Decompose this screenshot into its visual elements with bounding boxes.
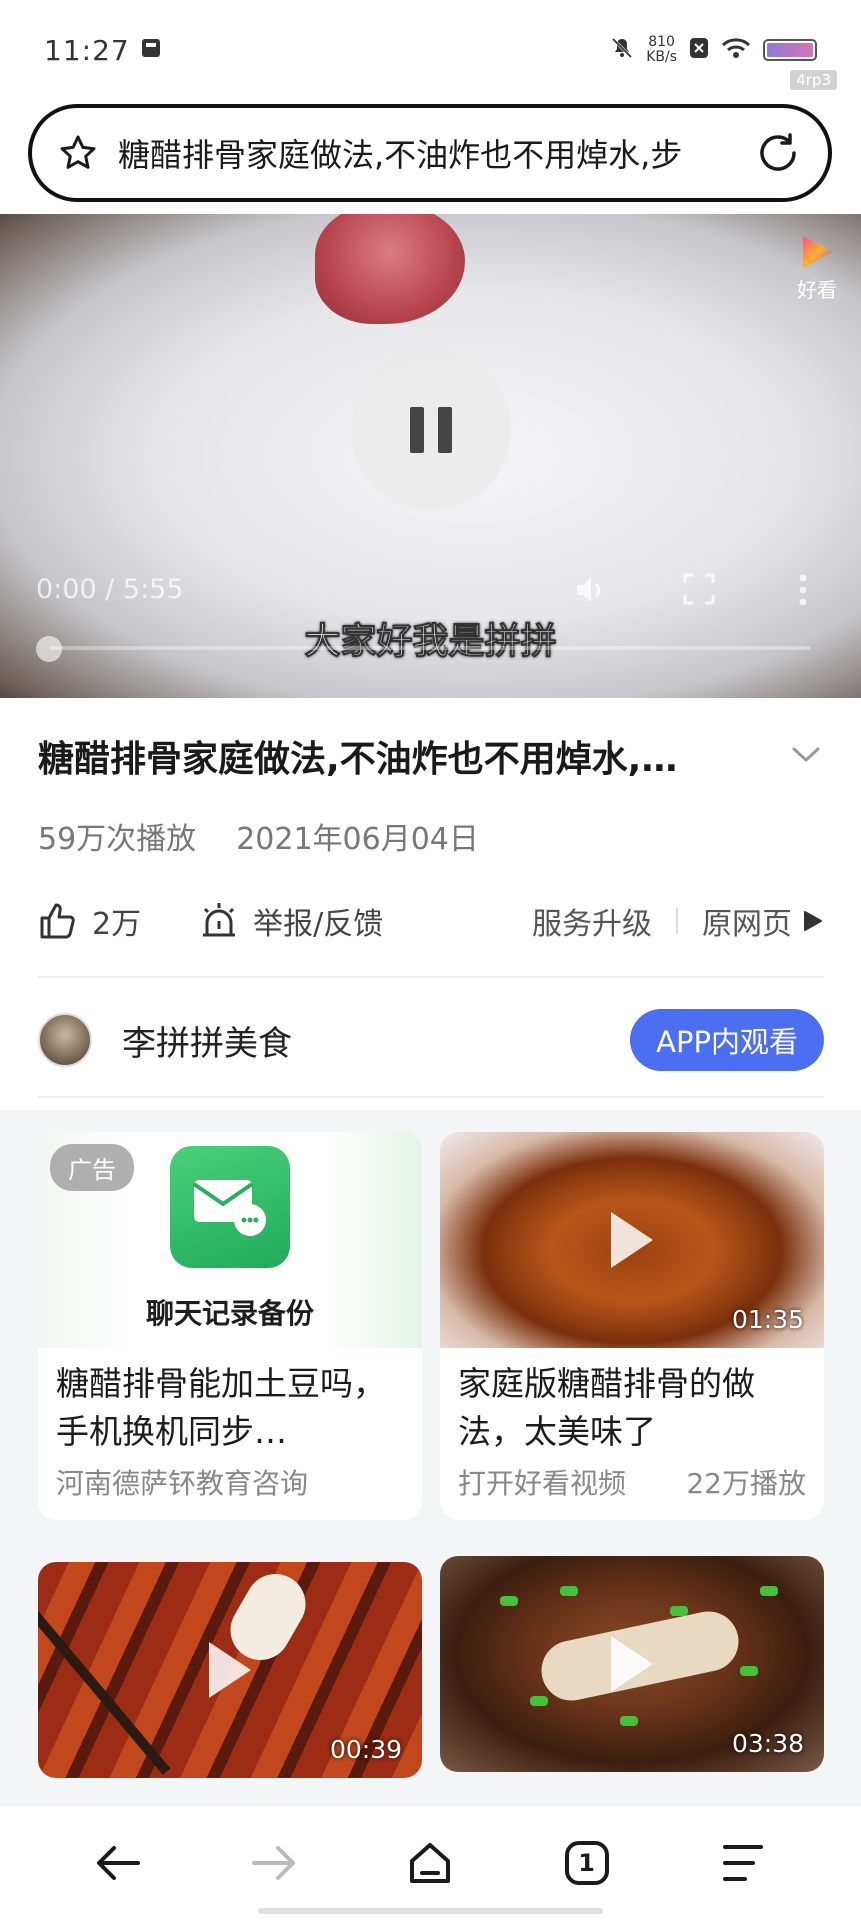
progress-knob[interactable] — [36, 636, 62, 662]
duration-label: 01:35 — [731, 1305, 804, 1334]
card-source: 打开好看视频 22万播放 — [458, 1467, 806, 1500]
divider — [676, 908, 678, 934]
video-thumbnail: 00:39 — [38, 1562, 422, 1778]
service-upgrade-link[interactable]: 服务升级 — [532, 899, 652, 943]
pause-button[interactable] — [351, 350, 511, 510]
video-card[interactable]: 01:35 家庭版糖醋排骨的做法，太美味了 打开好看视频 22万播放 — [440, 1132, 824, 1520]
home-icon — [410, 1843, 451, 1883]
like-count: 2万 — [92, 907, 142, 942]
tab-count: 1 — [578, 1849, 595, 1877]
video-card[interactable]: 03:38 — [440, 1556, 824, 1772]
video-thumbnail: 01:35 — [440, 1132, 824, 1348]
fullscreen-icon[interactable] — [682, 572, 716, 610]
arrow-right-icon — [252, 1846, 296, 1880]
play-icon — [611, 1212, 653, 1268]
thumbs-up-icon — [40, 903, 75, 939]
card-title: 家庭版糖醋排骨的做法，太美味了 — [458, 1364, 755, 1451]
publish-date: 2021年06月04日 — [236, 822, 479, 857]
net-speed: 810 KB/s — [646, 34, 677, 65]
video-thumbnail: 03:38 — [440, 1556, 824, 1772]
recommendation-feed: 聊天记录备份 广告 糖醋排骨能加土豆吗，手机换机同步… 河南德萨钚教育咨询 01… — [0, 1110, 861, 1810]
bottom-nav: 1 — [0, 1806, 861, 1920]
alarm-report-icon — [203, 903, 236, 937]
like-button[interactable]: 2万 — [38, 899, 141, 943]
battery-icon — [763, 39, 817, 61]
ad-card[interactable]: 聊天记录备份 广告 糖醋排骨能加土豆吗，手机换机同步… 河南德萨钚教育咨询 — [38, 1132, 422, 1520]
video-card[interactable]: 00:39 — [38, 1562, 422, 1778]
report-button[interactable]: 举报/反馈 — [199, 899, 383, 943]
divider — [38, 1096, 824, 1098]
video-time: 0:00 / 5:55 — [36, 574, 184, 605]
wifi-icon — [721, 37, 751, 63]
ad-caption: 聊天记录备份 — [145, 1297, 314, 1330]
divider — [38, 976, 824, 978]
status-bar: 11:27 810 KB/s — [0, 0, 861, 100]
ad-thumbnail: 聊天记录备份 广告 — [38, 1132, 422, 1348]
open-in-app-button[interactable]: APP内观看 — [630, 1009, 824, 1071]
play-arrow-icon — [804, 911, 822, 931]
menu-button[interactable] — [703, 1823, 783, 1903]
arrow-left-icon — [97, 1846, 141, 1880]
no-sim-icon — [689, 37, 709, 63]
ad-badge: 广告 — [50, 1144, 134, 1191]
haokan-logo: 好看 — [787, 232, 847, 303]
video-meta: 59万次播放 2021年06月04日 — [38, 814, 479, 858]
author-row: 李拼拼美食 APP内观看 — [38, 1009, 824, 1071]
menu-icon — [722, 1845, 763, 1881]
bookmark-star-icon[interactable] — [58, 133, 98, 173]
watermark-badge: 4rp3 — [790, 70, 837, 90]
duration-label: 03:38 — [731, 1729, 804, 1758]
storage-icon — [140, 37, 162, 63]
more-options-icon[interactable] — [796, 572, 810, 612]
chevron-down-icon[interactable] — [789, 742, 823, 770]
tabs-button[interactable]: 1 — [547, 1823, 627, 1903]
url-text[interactable]: 糖醋排骨家庭做法,不油炸也不用焯水,步 — [118, 130, 738, 176]
view-count: 59万次播放 — [38, 822, 197, 857]
reload-icon[interactable] — [754, 129, 802, 177]
mute-icon — [610, 36, 634, 64]
report-label: 举报/反馈 — [253, 907, 384, 942]
video-frame-food — [315, 214, 465, 324]
avatar[interactable] — [38, 1013, 92, 1067]
card-title: 糖醋排骨能加土豆吗，手机换机同步… — [56, 1364, 386, 1451]
video-title: 糖醋排骨家庭做法,不油炸也不用焯水,… — [38, 739, 678, 780]
forward-button[interactable] — [234, 1823, 314, 1903]
play-icon — [611, 1636, 653, 1692]
wechat-backup-icon — [170, 1146, 290, 1268]
back-button[interactable] — [78, 1823, 158, 1903]
home-button[interactable] — [390, 1823, 470, 1903]
clock: 11:27 — [44, 33, 130, 67]
address-bar[interactable]: 糖醋排骨家庭做法,不油炸也不用焯水,步 — [28, 104, 832, 202]
card-source: 河南德萨钚教育咨询 — [56, 1467, 309, 1500]
video-subtitle: 大家好我是拼拼 — [304, 621, 557, 663]
progress-track[interactable] — [50, 646, 810, 650]
play-icon — [209, 1642, 251, 1698]
original-page-link[interactable]: 原网页 — [702, 899, 824, 943]
duration-label: 00:39 — [329, 1735, 402, 1764]
home-indicator — [258, 1908, 603, 1914]
author-name[interactable]: 李拼拼美食 — [122, 1016, 292, 1065]
haokan-play-icon — [803, 236, 833, 268]
chopsticks — [38, 1569, 171, 1775]
volume-icon[interactable] — [572, 572, 608, 612]
action-row: 2万 举报/反馈 服务升级 原网页 — [38, 898, 824, 944]
